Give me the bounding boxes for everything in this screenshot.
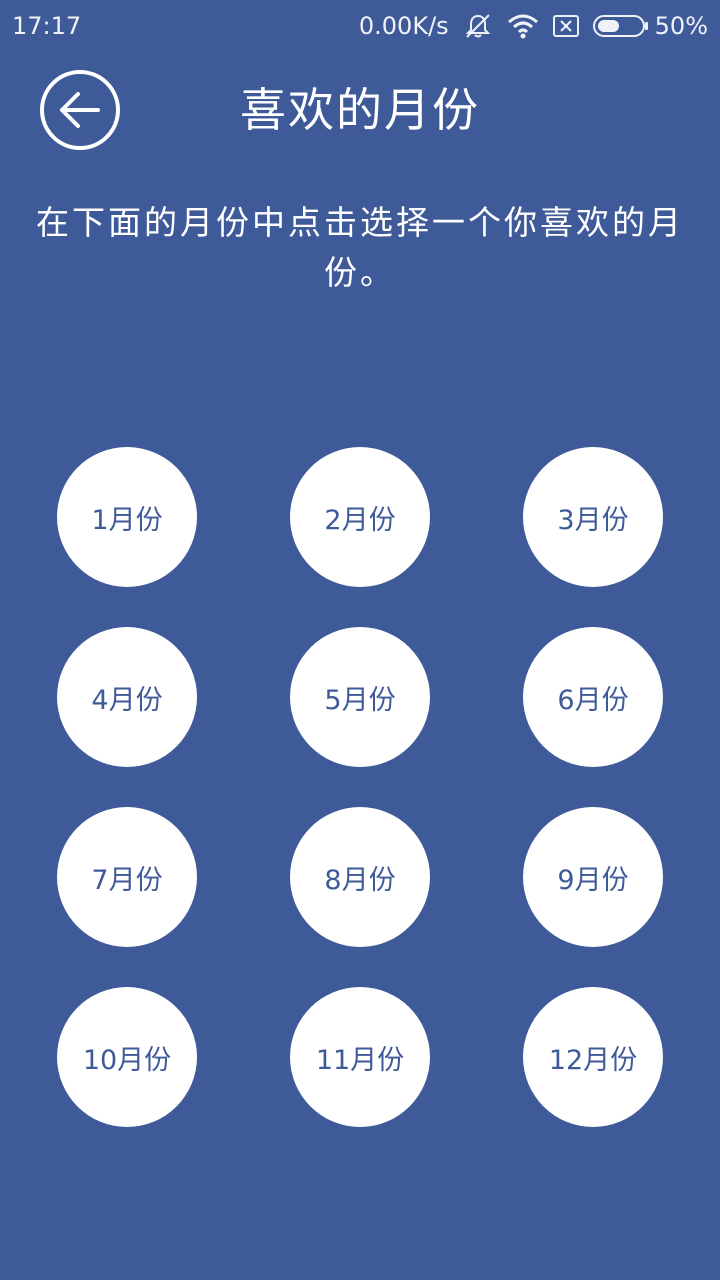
status-icons: 0.00K/s 50% [359, 12, 708, 40]
month-button-3[interactable]: 3月份 [523, 447, 663, 587]
month-button-12[interactable]: 12月份 [523, 987, 663, 1127]
app-screen: 17:17 0.00K/s 50% 喜欢的月份 在下面的月份中点击选择一个你喜欢… [0, 0, 720, 1280]
status-bar: 17:17 0.00K/s 50% [0, 0, 720, 52]
battery-status: 50% [592, 12, 708, 40]
month-button-11[interactable]: 11月份 [290, 987, 430, 1127]
month-button-4[interactable]: 4月份 [57, 627, 197, 767]
battery-icon [592, 14, 649, 38]
month-button-7[interactable]: 7月份 [57, 807, 197, 947]
month-button-10[interactable]: 10月份 [57, 987, 197, 1127]
status-time: 17:17 [12, 12, 82, 40]
instruction-text: 在下面的月份中点击选择一个你喜欢的月份。 [36, 203, 684, 292]
sim-card-icon [552, 15, 579, 37]
month-button-8[interactable]: 8月份 [290, 807, 430, 947]
month-grid: 1月份 2月份 3月份 4月份 5月份 6月份 7月份 8月份 9月份 10月份… [57, 447, 663, 1127]
month-button-9[interactable]: 9月份 [523, 807, 663, 947]
network-speed: 0.00K/s [358, 12, 449, 40]
month-button-6[interactable]: 6月份 [523, 627, 663, 767]
wifi-icon [507, 13, 539, 39]
month-button-2[interactable]: 2月份 [290, 447, 430, 587]
month-button-1[interactable]: 1月份 [57, 447, 197, 587]
mute-vibrate-icon [463, 12, 493, 40]
month-button-5[interactable]: 5月份 [290, 627, 430, 767]
page-title: 喜欢的月份 [240, 83, 480, 137]
battery-percent: 50% [654, 12, 708, 40]
